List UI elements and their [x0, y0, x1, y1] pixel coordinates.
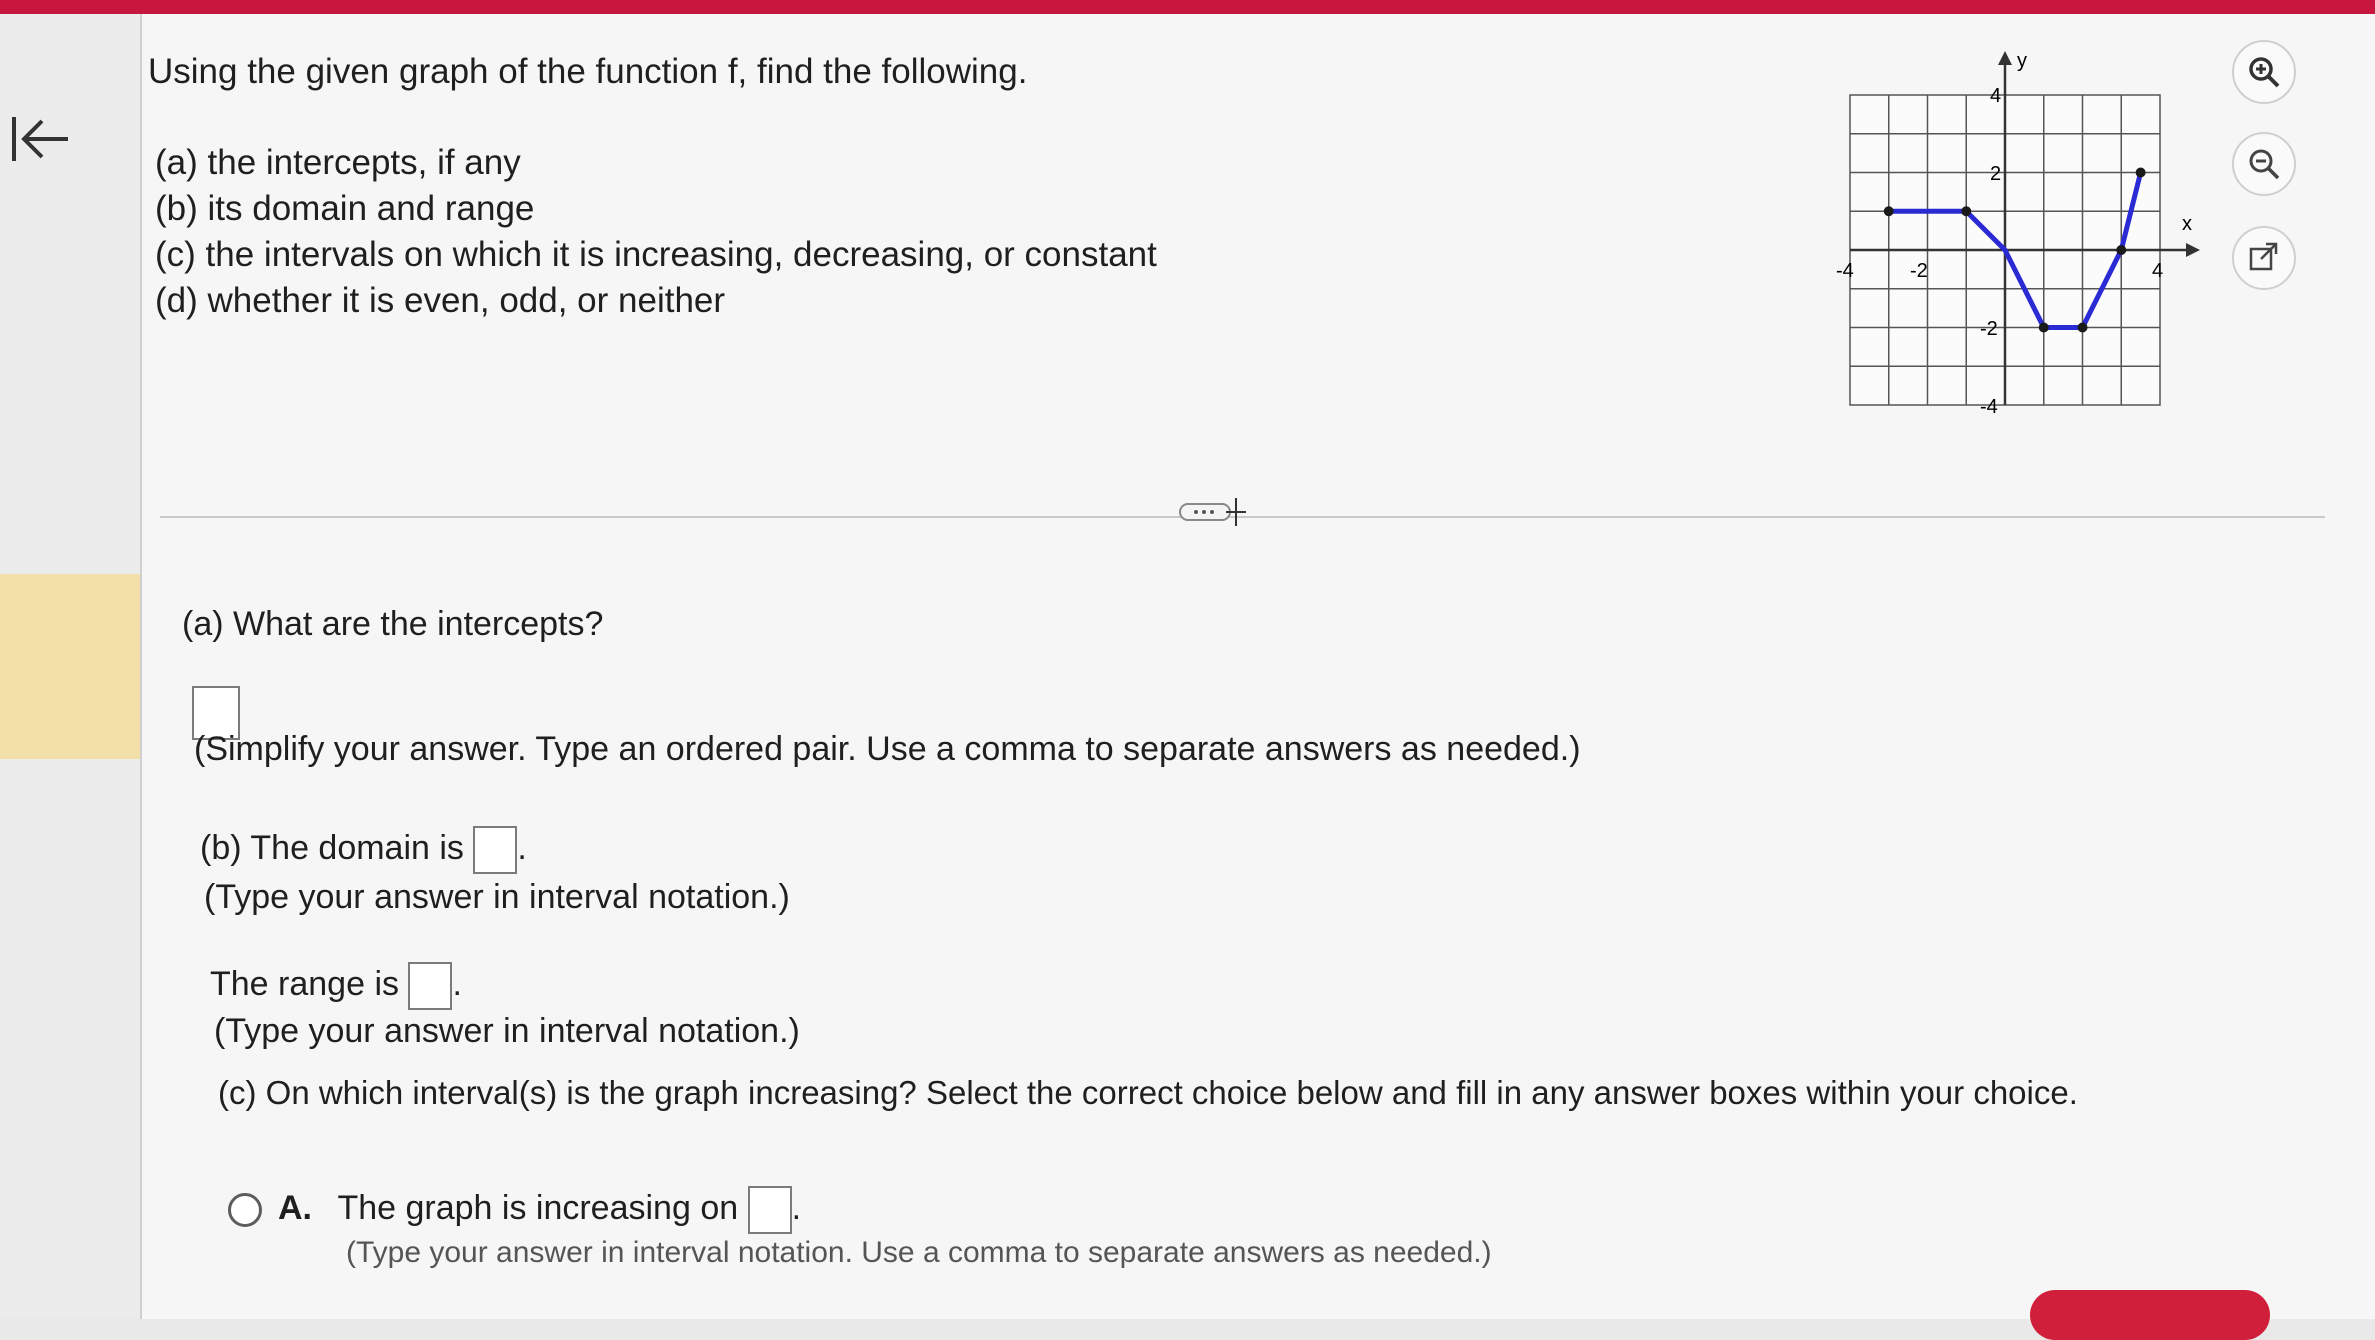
part-text: its domain and range	[207, 189, 535, 228]
range-row: The range is .	[210, 962, 462, 1010]
question-prompt: Using the given graph of the function f,…	[148, 52, 1028, 91]
increasing-answer-box[interactable]	[747, 1186, 792, 1234]
y-axis-arrow	[1998, 51, 2012, 65]
zoom-in-icon	[2249, 57, 2280, 88]
graph-point	[2077, 322, 2088, 333]
part-a: (a) the intercepts, if any	[155, 140, 1157, 186]
top-accent-bar	[0, 0, 2375, 14]
choice-a-letter: A.	[278, 1188, 312, 1227]
part-a-hint: (Simplify your answer. Type an ordered p…	[194, 730, 1581, 768]
popout-button[interactable]	[2232, 226, 2296, 290]
tick-label: -4	[1836, 260, 1854, 282]
choice-a-row[interactable]: A. The graph is increasing on .	[228, 1186, 801, 1234]
part-c-question: (c) On which interval(s) is the graph in…	[218, 1074, 2078, 1111]
graph-point	[1883, 206, 1894, 217]
choice-a-radio[interactable]	[228, 1193, 262, 1227]
check-answer-button[interactable]	[2030, 1290, 2270, 1340]
tick-label: 4	[1990, 85, 2001, 107]
part-text: the intervals on which it is increasing,…	[205, 235, 1157, 274]
tick-label: 2	[1990, 163, 2001, 185]
domain-row: (b) The domain is .	[200, 826, 527, 874]
x-axis-arrow	[2186, 243, 2200, 257]
part-letter: (b)	[155, 189, 198, 228]
y-axis-label: y	[2017, 50, 2027, 72]
part-a-question: (a) What are the intercepts?	[182, 605, 604, 643]
choice-a-text: The graph is increasing on	[337, 1188, 739, 1227]
zoom-in-button[interactable]	[2232, 40, 2296, 104]
tick-label: -2	[1980, 318, 1998, 340]
collapse-back-icon[interactable]	[6, 109, 76, 169]
part-letter: (d)	[155, 281, 198, 320]
graph-point	[2135, 167, 2146, 178]
part-text: the intercepts, if any	[207, 143, 521, 182]
part-letter: (a)	[155, 143, 198, 182]
part-text: whether it is even, odd, or neither	[207, 281, 726, 320]
current-question-marker	[0, 574, 140, 759]
function-graph[interactable]: x y -4 -2 4 4 2 -2 -4	[1830, 45, 2210, 440]
range-hint: (Type your answer in interval notation.)	[214, 1012, 800, 1050]
domain-answer-box[interactable]	[473, 826, 518, 874]
tick-label: 4	[2152, 260, 2163, 282]
part-c: (c) the intervals on which it is increas…	[155, 232, 1157, 278]
part-b: (b) its domain and range	[155, 186, 1157, 232]
part-letter: (c)	[155, 235, 196, 274]
pane-resize-handle[interactable]	[1178, 496, 1248, 528]
domain-hint: (Type your answer in interval notation.)	[204, 878, 790, 916]
domain-label: (b) The domain is	[200, 828, 464, 867]
x-axis-label: x	[2182, 213, 2192, 235]
graph-point	[2116, 245, 2127, 255]
zoom-out-button[interactable]	[2232, 132, 2296, 196]
external-link-icon	[2249, 242, 2278, 271]
tick-label: -2	[1910, 260, 1928, 282]
part-d: (d) whether it is even, odd, or neither	[155, 278, 1157, 324]
question-parts-list: (a) the intercepts, if any (b) its domai…	[155, 140, 1157, 324]
left-panel	[0, 14, 142, 1319]
graph-point	[2038, 322, 2049, 333]
range-label: The range is	[210, 964, 399, 1003]
choice-a-hint: (Type your answer in interval notation. …	[346, 1236, 1492, 1269]
graph-point	[1961, 206, 1972, 217]
zoom-out-icon	[2249, 149, 2280, 180]
range-answer-box[interactable]	[408, 962, 453, 1010]
tick-label: -4	[1980, 396, 1998, 418]
